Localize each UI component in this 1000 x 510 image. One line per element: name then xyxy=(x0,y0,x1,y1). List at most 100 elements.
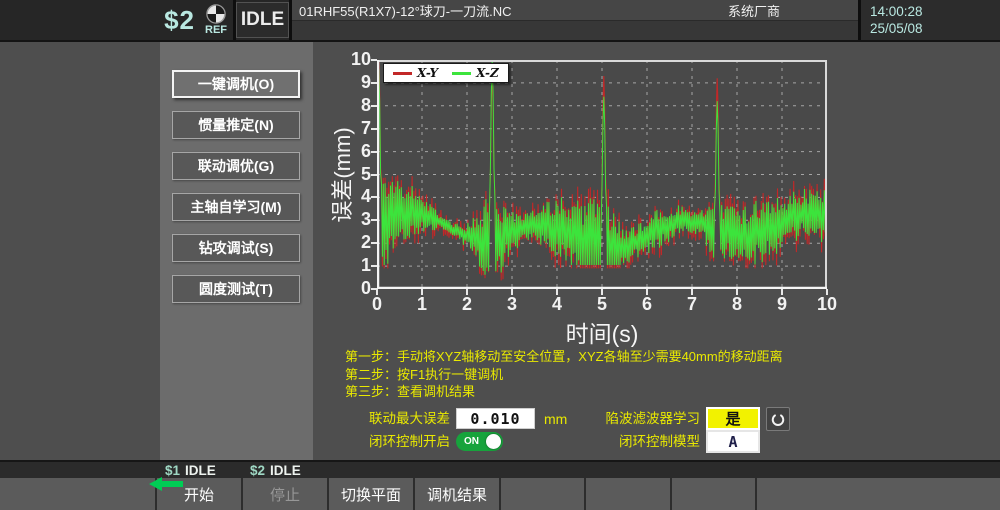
y-tick-label-9: 9 xyxy=(335,72,371,93)
step-3: 第三步：查看调机结果 xyxy=(345,383,783,401)
x-tickmark-6 xyxy=(646,289,648,295)
y-tick-label-8: 8 xyxy=(335,95,371,116)
closed-loop-toggle[interactable]: ON xyxy=(456,432,503,451)
y-tickmark-5 xyxy=(371,174,377,176)
time-value: 14:00:28 xyxy=(870,3,1000,20)
softkey-switch-plane[interactable]: 切换平面 xyxy=(329,478,415,510)
y-tickmark-4 xyxy=(371,196,377,198)
x-tick-label-6: 6 xyxy=(632,294,662,315)
refresh-icon xyxy=(769,410,787,428)
legend-swatch-xz xyxy=(452,72,471,75)
legend-item-xz: X-Z xyxy=(452,66,499,80)
x-tick-label-3: 3 xyxy=(497,294,527,315)
x-tickmark-1 xyxy=(421,289,423,295)
legend-swatch-xy xyxy=(393,72,412,75)
legend-label-xz: X-Z xyxy=(476,66,499,80)
channel-indicator: $2 xyxy=(164,5,195,36)
y-tick-label-3: 3 xyxy=(335,209,371,230)
x-tick-label-7: 7 xyxy=(677,294,707,315)
back-arrow-icon[interactable] xyxy=(149,477,183,491)
x-tick-label-5: 5 xyxy=(587,294,617,315)
y-tick-label-5: 5 xyxy=(335,164,371,185)
y-tickmark-2 xyxy=(371,242,377,244)
x-tickmark-2 xyxy=(466,289,468,295)
y-tickmark-7 xyxy=(371,128,377,130)
max-error-input[interactable] xyxy=(456,408,535,429)
channel-section: $2 REF xyxy=(0,0,233,40)
status-channel-2: $2IDLE xyxy=(250,463,301,478)
y-tick-label-7: 7 xyxy=(335,118,371,139)
x-tickmark-5 xyxy=(601,289,603,295)
top-bar: $2 REF IDLE 01RHF55(R1X7)-12°球刀-一刀流.NC 系… xyxy=(0,0,1000,42)
program-section: 01RHF55(R1X7)-12°球刀-一刀流.NC 系统厂商 xyxy=(292,0,858,40)
sidebar-button-roundness-test[interactable]: 圆度测试(T) xyxy=(172,275,300,303)
sidebar-button-linkage-tuning[interactable]: 联动调优(G) xyxy=(172,152,300,180)
softkey-empty-0 xyxy=(0,478,157,510)
sidebar-button-one-key-tuning[interactable]: 一键调机(O) xyxy=(172,70,300,98)
plot-svg xyxy=(377,60,827,289)
x-tick-label-1: 1 xyxy=(407,294,437,315)
softkey-empty-7 xyxy=(672,478,757,510)
vendor-label: 系统厂商 xyxy=(728,1,780,20)
y-tickmark-1 xyxy=(371,265,377,267)
x-tickmark-8 xyxy=(736,289,738,295)
y-tickmark-10 xyxy=(371,59,377,61)
closed-loop-switch-label: 闭环控制开启 xyxy=(340,432,450,452)
machine-mode-badge: IDLE xyxy=(236,2,289,38)
y-tickmark-8 xyxy=(371,105,377,107)
softkey-stop[interactable]: 停止 xyxy=(243,478,329,510)
notch-filter-label: 陷波滤波器学习 xyxy=(560,409,700,429)
sidebar-button-spindle-learning[interactable]: 主轴自学习(M) xyxy=(172,193,300,221)
chart-legend: X-Y X-Z xyxy=(383,63,509,83)
softkey-empty-6 xyxy=(586,478,672,510)
ref-indicator: REF xyxy=(205,4,227,36)
program-name: 01RHF55(R1X7)-12°球刀-一刀流.NC xyxy=(299,1,728,20)
x-tickmark-7 xyxy=(691,289,693,295)
legend-label-xy: X-Y xyxy=(417,66,438,80)
closed-loop-model-value[interactable]: A xyxy=(706,430,760,453)
x-tickmark-4 xyxy=(556,289,558,295)
x-tickmark-10 xyxy=(826,289,828,295)
notch-filter-value[interactable]: 是 xyxy=(706,407,760,430)
y-tick-label-4: 4 xyxy=(335,186,371,207)
sidebar: 一键调机(O) 惯量推定(N) 联动调优(G) 主轴自学习(M) 钻攻调试(S) 圆度测试… xyxy=(160,42,313,460)
date-value: 25/05/08 xyxy=(870,20,1000,37)
y-tickmark-9 xyxy=(371,82,377,84)
x-tick-label-8: 8 xyxy=(722,294,752,315)
toggle-state-label: ON xyxy=(464,436,479,447)
y-tick-label-6: 6 xyxy=(335,141,371,162)
sidebar-button-inertia-estimate[interactable]: 惯量推定(N) xyxy=(172,111,300,139)
main-area: 一键调机(O) 惯量推定(N) 联动调优(G) 主轴自学习(M) 钻攻调试(S) 圆度测试… xyxy=(0,42,1000,460)
x-tick-label-4: 4 xyxy=(542,294,572,315)
x-tickmark-0 xyxy=(376,289,378,295)
ref-icon xyxy=(206,4,226,24)
refresh-button[interactable] xyxy=(766,407,790,431)
step-2: 第二步：按F1执行一键调机 xyxy=(345,366,783,384)
instruction-steps: 第一步：手动将XYZ轴移动至安全位置，XYZ各轴至少需要40mm的移动距离 第二… xyxy=(345,348,783,401)
x-tick-label-0: 0 xyxy=(362,294,392,315)
x-tick-label-2: 2 xyxy=(452,294,482,315)
clock: 14:00:28 25/05/08 xyxy=(861,0,1000,40)
legend-item-xy: X-Y xyxy=(393,66,438,80)
y-tick-label-1: 1 xyxy=(335,255,371,276)
x-tick-label-9: 9 xyxy=(767,294,797,315)
x-tickmark-3 xyxy=(511,289,513,295)
program-subrow xyxy=(292,21,858,40)
y-tick-label-2: 2 xyxy=(335,232,371,253)
closed-loop-model-label: 闭环控制模型 xyxy=(560,432,700,452)
x-tick-label-10: 10 xyxy=(812,294,842,315)
softkey-empty-5 xyxy=(501,478,586,510)
step-1: 第一步：手动将XYZ轴移动至安全位置，XYZ各轴至少需要40mm的移动距离 xyxy=(345,348,783,366)
sidebar-button-drill-tap-debug[interactable]: 钻攻调试(S) xyxy=(172,234,300,262)
toggle-knob xyxy=(486,434,501,449)
y-tickmark-3 xyxy=(371,219,377,221)
status-bar: $1IDLE$2IDLE xyxy=(0,460,1000,478)
softkey-empty-8 xyxy=(757,478,1000,510)
chart-x-axis-label: 时间(s) xyxy=(532,315,672,349)
y-tickmark-6 xyxy=(371,151,377,153)
y-tick-label-10: 10 xyxy=(335,49,371,70)
ref-label: REF xyxy=(205,25,227,36)
softkey-tuning-result[interactable]: 调机结果 xyxy=(415,478,501,510)
error-chart-plot xyxy=(377,60,827,289)
x-tickmark-9 xyxy=(781,289,783,295)
